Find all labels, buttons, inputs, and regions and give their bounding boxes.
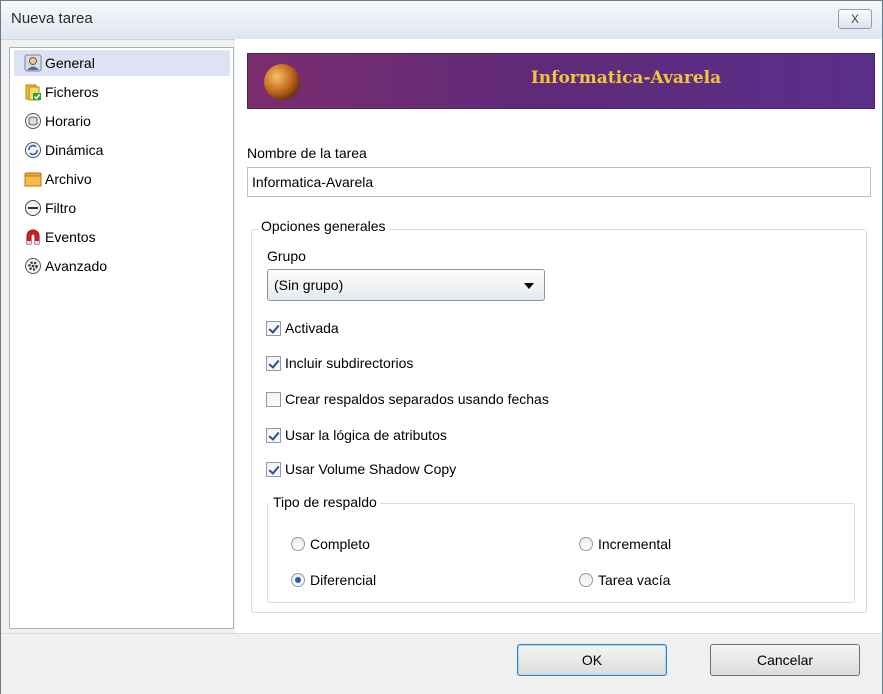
group-select-value: (Sin grupo) <box>274 277 344 293</box>
radio-button[interactable] <box>291 537 305 551</box>
radio-completo[interactable]: Completo <box>291 533 370 555</box>
group-label: Grupo <box>267 248 306 264</box>
checkbox-label: Usar la lógica de atributos <box>285 427 447 443</box>
general-options-legend: Opciones generales <box>258 218 389 234</box>
sidebar-item-label: Filtro <box>45 200 77 216</box>
sidebar-item-general[interactable]: General <box>14 50 230 76</box>
sidebar-item-avanzado[interactable]: Avanzado <box>14 253 230 279</box>
sidebar-item-archivo[interactable]: Archivo <box>14 166 230 192</box>
task-banner: Informatica-Avarela <box>247 53 875 109</box>
checkbox-box[interactable] <box>266 427 281 443</box>
gear-icon <box>25 258 41 274</box>
checkbox-label: Usar Volume Shadow Copy <box>285 461 457 477</box>
checkbox-label: Crear respaldos separados usando fechas <box>285 391 549 407</box>
group-select[interactable]: (Sin grupo) <box>267 269 545 301</box>
ok-button[interactable]: OK <box>517 644 667 676</box>
sidebar-item-label: Horario <box>45 113 91 129</box>
magnet-icon <box>26 229 40 245</box>
radio-incremental[interactable]: Incremental <box>579 533 671 555</box>
main-panel: Informatica-Avarela Nombre de la tarea I… <box>235 39 882 633</box>
radio-button[interactable] <box>291 573 305 587</box>
sidebar-item-label: Dinámica <box>45 142 104 158</box>
files-icon <box>25 84 41 101</box>
checkbox-volume-shadow-copy[interactable]: Usar Volume Shadow Copy <box>266 458 456 480</box>
checkbox-activada[interactable]: Activada <box>266 317 339 339</box>
checkbox-box[interactable] <box>266 320 281 336</box>
checkbox-label: Incluir subdirectorios <box>285 355 414 371</box>
checkbox-box[interactable] <box>266 461 281 477</box>
task-name-input[interactable]: Informatica-Avarela <box>247 167 871 197</box>
close-button[interactable]: X <box>838 9 872 29</box>
user-icon <box>24 54 42 72</box>
radio-button[interactable] <box>579 537 593 551</box>
sidebar-item-label: Avanzado <box>45 258 108 274</box>
chevron-down-icon <box>524 283 534 289</box>
backup-type-legend: Tipo de respaldo <box>270 494 380 510</box>
radio-label: Completo <box>310 536 370 552</box>
sidebar-item-label: Archivo <box>45 171 92 187</box>
checkbox-box[interactable] <box>266 355 281 371</box>
dialog-footer: OK Cancelar <box>1 633 882 694</box>
sidebar-item-eventos[interactable]: Eventos <box>14 224 230 250</box>
sidebar-item-label: General <box>45 55 95 71</box>
filter-icon <box>25 200 41 216</box>
cancel-button[interactable]: Cancelar <box>710 644 860 676</box>
checkbox-logica-atributos[interactable]: Usar la lógica de atributos <box>266 424 447 446</box>
dialog-window: Nueva tarea X General Ficheros Horario D… <box>0 0 883 694</box>
radio-label: Diferencial <box>310 572 377 588</box>
window-title: Nueva tarea <box>11 10 93 27</box>
task-name-label: Nombre de la tarea <box>247 145 367 161</box>
title-bar[interactable]: Nueva tarea X <box>1 1 882 40</box>
close-icon: X <box>850 12 859 26</box>
sidebar-item-ficheros[interactable]: Ficheros <box>14 79 230 105</box>
sidebar-item-label: Ficheros <box>45 84 99 100</box>
radio-label: Incremental <box>598 536 672 552</box>
radio-label: Tarea vacía <box>598 572 671 588</box>
sidebar-item-filtro[interactable]: Filtro <box>14 195 230 221</box>
clock-icon <box>25 113 41 129</box>
radio-diferencial[interactable]: Diferencial <box>291 569 376 591</box>
checkbox-label: Activada <box>285 320 339 336</box>
folder-icon <box>24 172 42 187</box>
banner-title: Informatica-Avarela <box>530 68 722 88</box>
sidebar-item-label: Eventos <box>45 229 96 245</box>
sidebar-item-dinamica[interactable]: Dinámica <box>14 137 230 163</box>
sidebar: General Ficheros Horario Dinámica Archiv… <box>9 47 234 629</box>
checkbox-incluir-subdirectorios[interactable]: Incluir subdirectorios <box>266 352 413 374</box>
dynamic-icon <box>25 142 41 158</box>
radio-tarea-vacia[interactable]: Tarea vacía <box>579 569 670 591</box>
checkbox-crear-respaldos[interactable]: Crear respaldos separados usando fechas <box>266 388 549 410</box>
radio-button[interactable] <box>579 573 593 587</box>
checkbox-box[interactable] <box>266 391 281 407</box>
sidebar-item-horario[interactable]: Horario <box>14 108 230 134</box>
